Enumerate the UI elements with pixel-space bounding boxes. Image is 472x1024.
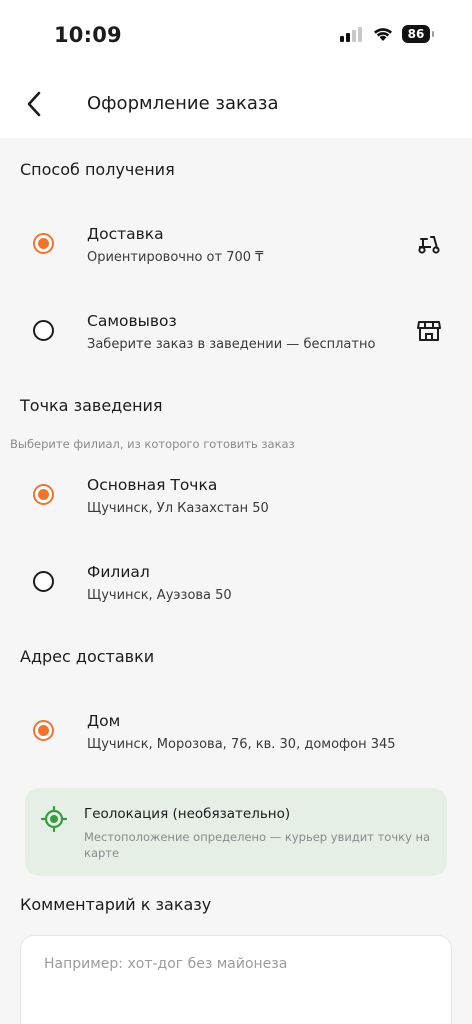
option-title: Доставка	[87, 225, 164, 243]
status-time: 10:09	[54, 23, 122, 47]
radio-pickup[interactable]	[33, 320, 54, 341]
comment-input[interactable]	[44, 956, 424, 972]
option-address-home[interactable]: Дом Щучинск, Морозова, 76, кв. 30, домоф…	[0, 701, 472, 761]
location-target-icon	[41, 806, 67, 832]
comment-box[interactable]	[20, 935, 452, 1024]
option-subtitle: Щучинск, Ауэзова 50	[87, 588, 232, 603]
signal-icon	[340, 27, 362, 42]
radio-address-home[interactable]	[33, 720, 54, 741]
geolocation-text: Местоположение определено — курьер увиди…	[84, 830, 431, 860]
battery-cap	[432, 31, 434, 37]
header: Оформление заказа	[0, 70, 472, 138]
option-branch-main[interactable]: Основная Точка Щучинск, Ул Казахстан 50	[0, 466, 472, 526]
section-title-branch: Точка заведения	[20, 396, 163, 415]
option-subtitle: Заберите заказ в заведении — бесплатно	[87, 337, 376, 352]
option-delivery[interactable]: Доставка Ориентировочно от 700 ₸	[0, 215, 472, 275]
section-title-address: Адрес доставки	[20, 647, 155, 666]
section-title-comment: Комментарий к заказу	[20, 895, 212, 914]
option-subtitle: Щучинск, Ул Казахстан 50	[87, 501, 269, 516]
option-pickup[interactable]: Самовывоз Заберите заказ в заведении — б…	[0, 302, 472, 362]
section-title-receipt: Способ получения	[20, 160, 175, 179]
branch-hint: Выберите филиал, из которого готовить за…	[10, 437, 295, 451]
wifi-icon	[374, 28, 392, 41]
option-title: Филиал	[87, 563, 150, 581]
store-icon	[417, 321, 441, 341]
option-title: Дом	[87, 712, 121, 730]
battery-level: 86	[402, 25, 430, 43]
geolocation-title: Геолокация (необязательно)	[84, 806, 291, 822]
option-branch-filial[interactable]: Филиал Щучинск, Ауэзова 50	[0, 553, 472, 613]
scooter-icon	[418, 236, 440, 254]
radio-branch-filial[interactable]	[33, 571, 54, 592]
chevron-left-icon	[27, 91, 41, 117]
option-subtitle: Щучинск, Морозова, 76, кв. 30, домофон 3…	[87, 737, 396, 752]
status-icons: 86	[340, 25, 434, 43]
option-title: Самовывоз	[87, 312, 177, 330]
status-bar: 10:09 86	[0, 0, 472, 70]
back-button[interactable]	[20, 90, 48, 118]
option-subtitle: Ориентировочно от 700 ₸	[87, 250, 264, 265]
radio-branch-main[interactable]	[33, 484, 54, 505]
radio-delivery[interactable]	[33, 233, 54, 254]
geolocation-card[interactable]: Геолокация (необязательно) Местоположени…	[25, 788, 447, 876]
option-title: Основная Точка	[87, 476, 218, 494]
page-title: Оформление заказа	[87, 93, 279, 114]
